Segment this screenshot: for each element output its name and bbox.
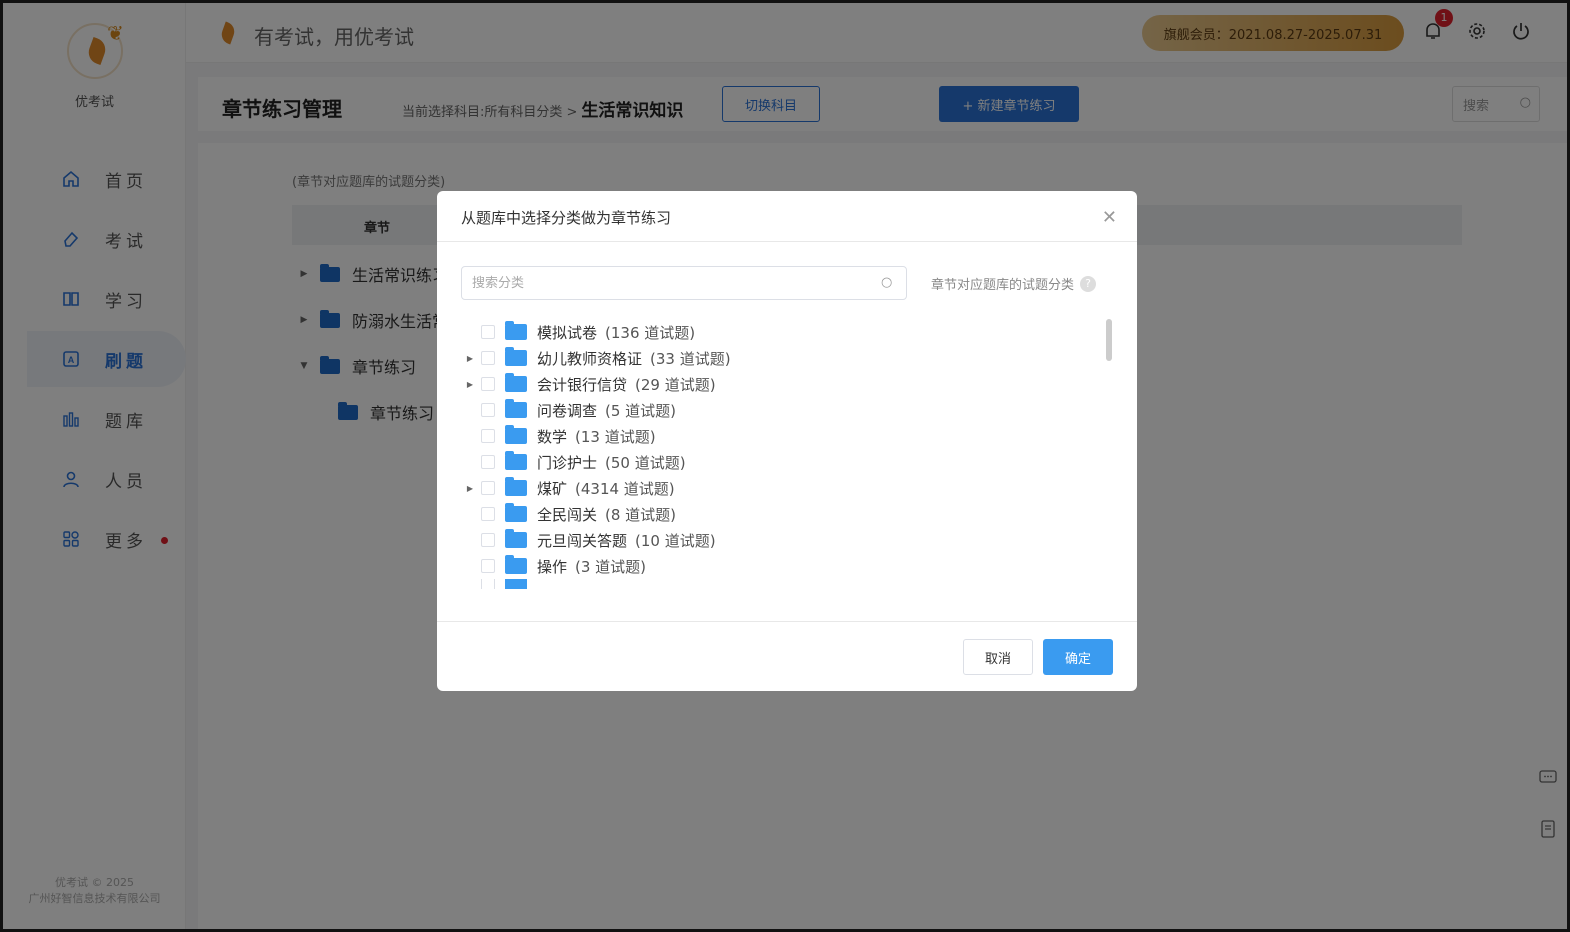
- category-name: 门诊护士: [537, 453, 598, 472]
- category-count: (4314 道试题): [575, 479, 675, 498]
- select-category-dialog: 从题库中选择分类做为章节练习 ✕ ○ 章节对应题库的试题分类 ? 模拟试卷 (1…: [437, 191, 1137, 691]
- category-count: (29 道试题): [635, 375, 716, 394]
- category-count: (136 道试题): [605, 323, 696, 342]
- expand-arrow-icon[interactable]: ▶: [461, 354, 479, 363]
- folder-icon: [505, 579, 527, 589]
- app-window: ❦ 优考试 首页 考试 学习: [0, 0, 1570, 932]
- category-list: 模拟试卷 (136 道试题) ▶ 幼儿教师资格证 (33 道试题) ▶ 会计银行…: [461, 319, 1111, 589]
- category-item[interactable]: ▶ 会计银行信贷 (29 道试题): [461, 371, 1111, 397]
- divider: [437, 621, 1137, 622]
- help-icon[interactable]: ?: [1080, 275, 1097, 292]
- folder-icon: [505, 425, 527, 444]
- category-name: 幼儿教师资格证: [537, 349, 643, 368]
- cancel-button[interactable]: 取消: [963, 639, 1033, 675]
- category-name: 煤矿: [537, 479, 568, 498]
- category-item[interactable]: 问卷调查 (5 道试题): [461, 397, 1111, 423]
- category-count: (5 道试题): [605, 401, 677, 420]
- confirm-button[interactable]: 确定: [1043, 639, 1113, 675]
- folder-icon: [505, 503, 527, 522]
- expand-arrow-icon[interactable]: ▶: [461, 380, 479, 389]
- category-name: 数学: [537, 427, 568, 446]
- category-item[interactable]: ▶ 煤矿 (4314 道试题): [461, 475, 1111, 501]
- category-name: 操作: [537, 557, 568, 576]
- category-checkbox[interactable]: [481, 507, 495, 521]
- category-checkbox[interactable]: [481, 559, 495, 573]
- category-item-partial[interactable]: [461, 579, 1111, 589]
- category-count: (50 道试题): [605, 453, 686, 472]
- category-checkbox[interactable]: [481, 325, 495, 339]
- folder-icon: [505, 477, 527, 496]
- dialog-note: 章节对应题库的试题分类 ?: [931, 274, 1097, 293]
- search-icon: ○: [881, 275, 893, 290]
- folder-icon: [505, 399, 527, 418]
- dialog-title: 从题库中选择分类做为章节练习: [461, 209, 672, 227]
- folder-icon: [505, 529, 527, 548]
- category-item[interactable]: 门诊护士 (50 道试题): [461, 449, 1111, 475]
- category-item[interactable]: 数学 (13 道试题): [461, 423, 1111, 449]
- note-text: 章节对应题库的试题分类: [931, 278, 1075, 293]
- expand-arrow-icon[interactable]: ▶: [461, 484, 479, 493]
- category-count: (3 道试题): [575, 557, 647, 576]
- list-scrollbar[interactable]: [1106, 319, 1112, 361]
- category-item[interactable]: 元旦闯关答题 (10 道试题): [461, 527, 1111, 553]
- category-count: (13 道试题): [575, 427, 656, 446]
- category-name: 模拟试卷: [537, 323, 598, 342]
- folder-icon: [505, 451, 527, 470]
- category-checkbox[interactable]: [481, 403, 495, 417]
- category-item[interactable]: 模拟试卷 (136 道试题): [461, 319, 1111, 345]
- close-icon[interactable]: ✕: [1102, 207, 1117, 228]
- category-item[interactable]: ▶ 幼儿教师资格证 (33 道试题): [461, 345, 1111, 371]
- divider: [437, 241, 1137, 242]
- category-checkbox[interactable]: [481, 455, 495, 469]
- category-checkbox[interactable]: [481, 351, 495, 365]
- category-count: (8 道试题): [605, 505, 677, 524]
- category-count: (33 道试题): [650, 349, 731, 368]
- category-search-input[interactable]: [461, 266, 907, 300]
- category-item[interactable]: 全民闯关 (8 道试题): [461, 501, 1111, 527]
- category-count: (10 道试题): [635, 531, 716, 550]
- category-name: 会计银行信贷: [537, 375, 628, 394]
- category-checkbox[interactable]: [481, 377, 495, 391]
- category-item[interactable]: 操作 (3 道试题): [461, 553, 1111, 579]
- folder-icon: [505, 555, 527, 574]
- category-name: 全民闯关: [537, 505, 598, 524]
- category-checkbox[interactable]: [481, 481, 495, 495]
- folder-icon: [505, 321, 527, 340]
- category-checkbox[interactable]: [481, 533, 495, 547]
- category-checkbox[interactable]: [481, 429, 495, 443]
- folder-icon: [505, 373, 527, 392]
- category-name: 元旦闯关答题: [537, 531, 628, 550]
- category-checkbox[interactable]: [481, 579, 495, 589]
- folder-icon: [505, 347, 527, 366]
- category-name: 问卷调查: [537, 401, 598, 420]
